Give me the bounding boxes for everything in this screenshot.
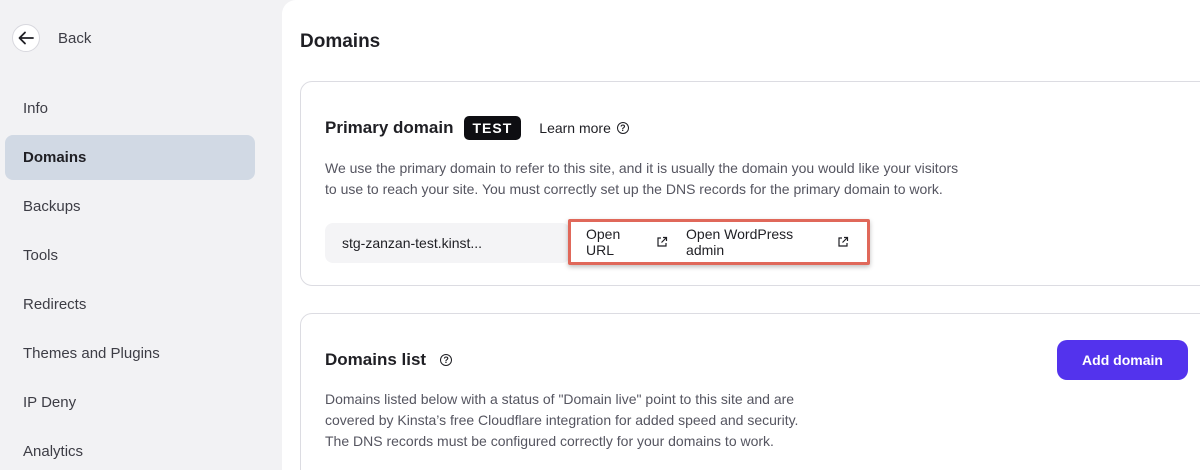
domain-actions-highlight: Open URL Open WordPress admin [568,219,870,265]
sidebar-item-info[interactable]: Info [5,86,255,131]
sidebar-item-analytics[interactable]: Analytics [5,429,255,470]
sidebar-item-tools[interactable]: Tools [5,233,255,278]
back-arrow-icon[interactable] [12,24,40,52]
learn-more-label[interactable]: Learn more [539,120,611,136]
domains-list-title: Domains list [325,350,427,369]
sidebar-item-backups[interactable]: Backups [5,184,255,229]
primary-domain-description: We use the primary domain to refer to th… [325,158,958,200]
primary-domain-value: stg-zanzan-test.kinst... [325,223,570,263]
open-url-link[interactable]: Open URL [586,226,668,258]
sidebar-item-domains[interactable]: Domains [5,135,255,180]
environment-badge: TEST [463,116,522,140]
sidebar-item-themes-and-plugins[interactable]: Themes and Plugins [5,331,255,376]
primary-domain-card: Primary domain TEST Learn more ? We use … [300,81,1200,286]
add-domain-button[interactable]: Add domain [1057,340,1188,380]
primary-domain-title: Primary domain [325,118,454,137]
primary-domain-description-line-2: to use to reach your site. You must corr… [325,181,943,197]
domains-list-description-line-1: Domains listed below with a status of "D… [325,391,795,407]
domains-list-description-line-2: covered by Kinsta’s free Cloudflare inte… [325,412,799,428]
back-label[interactable]: Back [58,30,91,47]
sidebar-item-redirects[interactable]: Redirects [5,282,255,327]
help-icon[interactable]: ? [616,122,629,134]
help-icon[interactable]: ? [440,354,453,366]
domains-list-description: Domains listed below with a status of "D… [325,389,798,452]
external-link-icon[interactable] [656,236,668,248]
learn-more-link[interactable]: Learn more ? [539,120,629,136]
main-panel: Domains Primary domain TEST Learn more ?… [282,0,1200,470]
open-wordpress-admin-link[interactable]: Open WordPress admin [686,226,849,258]
domains-list-header: Domains list ? [325,350,453,370]
domains-list-card: Domains list ? Add domain Domains listed… [300,313,1200,470]
open-wordpress-admin-label[interactable]: Open WordPress admin [686,226,831,258]
external-link-icon[interactable] [837,236,849,248]
open-url-label[interactable]: Open URL [586,226,650,258]
primary-domain-header: Primary domain TEST Learn more ? [325,116,629,140]
primary-domain-description-line-1: We use the primary domain to refer to th… [325,160,959,176]
domains-list-description-line-3: The DNS records must be configured corre… [325,433,774,449]
sidebar-nav: Info Domains Backups Tools Redirects The… [5,86,255,470]
page-title: Domains [300,31,381,52]
back-link[interactable]: Back [12,24,91,52]
sidebar-item-ip-deny[interactable]: IP Deny [5,380,255,425]
sidebar: Back Info Domains Backups Tools Redirect… [0,0,282,470]
